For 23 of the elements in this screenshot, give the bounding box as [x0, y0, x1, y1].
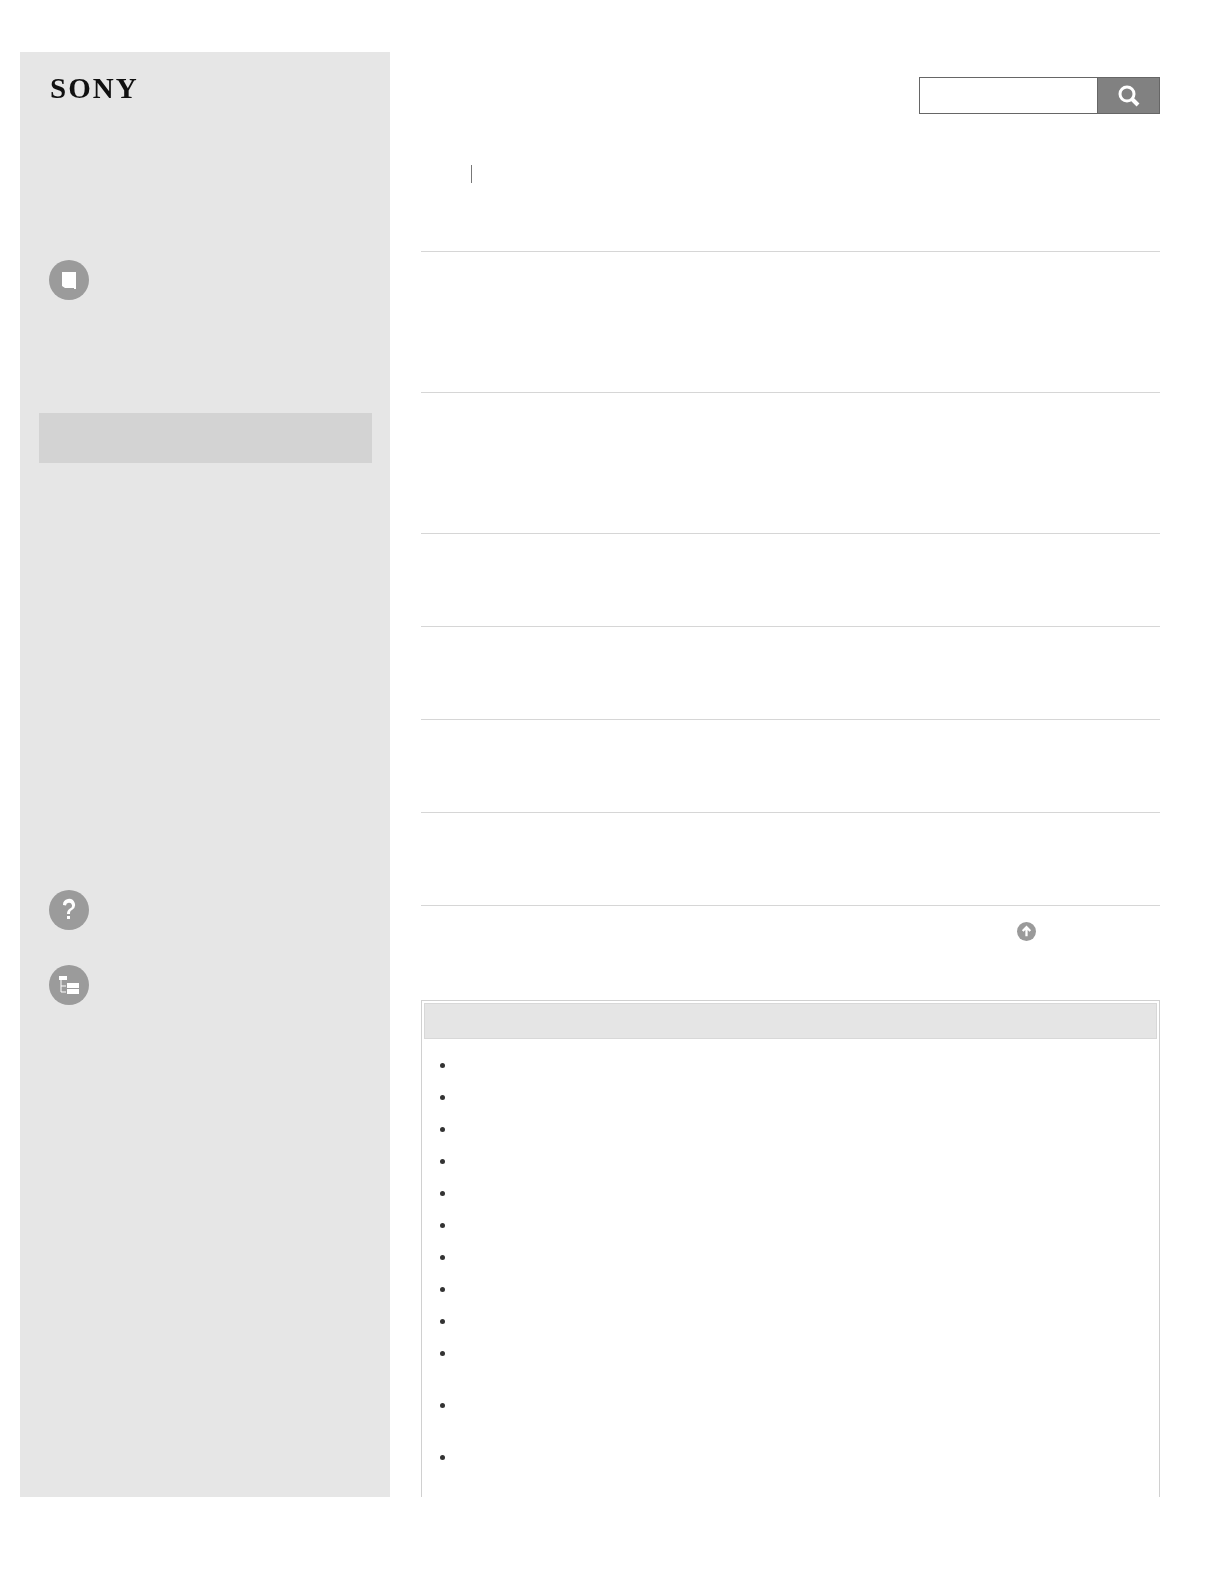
bullet-icon	[440, 1455, 445, 1460]
search-icon	[1116, 83, 1141, 108]
bullet-icon	[440, 1403, 445, 1408]
search-field[interactable]	[919, 77, 1097, 114]
sidebar-item[interactable]	[49, 260, 89, 300]
search-button[interactable]	[1097, 77, 1160, 114]
bullet-icon	[440, 1159, 445, 1164]
tree-icon	[58, 974, 80, 996]
logo: SONY	[50, 72, 139, 104]
bullet-icon	[440, 1255, 445, 1260]
bullet-icon	[440, 1127, 445, 1132]
bullet-icon	[440, 1223, 445, 1228]
sidebar-item[interactable]	[49, 965, 89, 1005]
sidebar-item[interactable]	[49, 890, 89, 930]
book-icon	[60, 270, 78, 290]
bullet-icon	[440, 1191, 445, 1196]
bullet-icon	[440, 1351, 445, 1356]
separator-bar	[471, 165, 472, 183]
bullet-icon	[440, 1287, 445, 1292]
help-icon	[61, 898, 77, 922]
bullet-icon	[440, 1319, 445, 1324]
bullet-icon	[440, 1095, 445, 1100]
bullet-icon	[440, 1063, 445, 1068]
